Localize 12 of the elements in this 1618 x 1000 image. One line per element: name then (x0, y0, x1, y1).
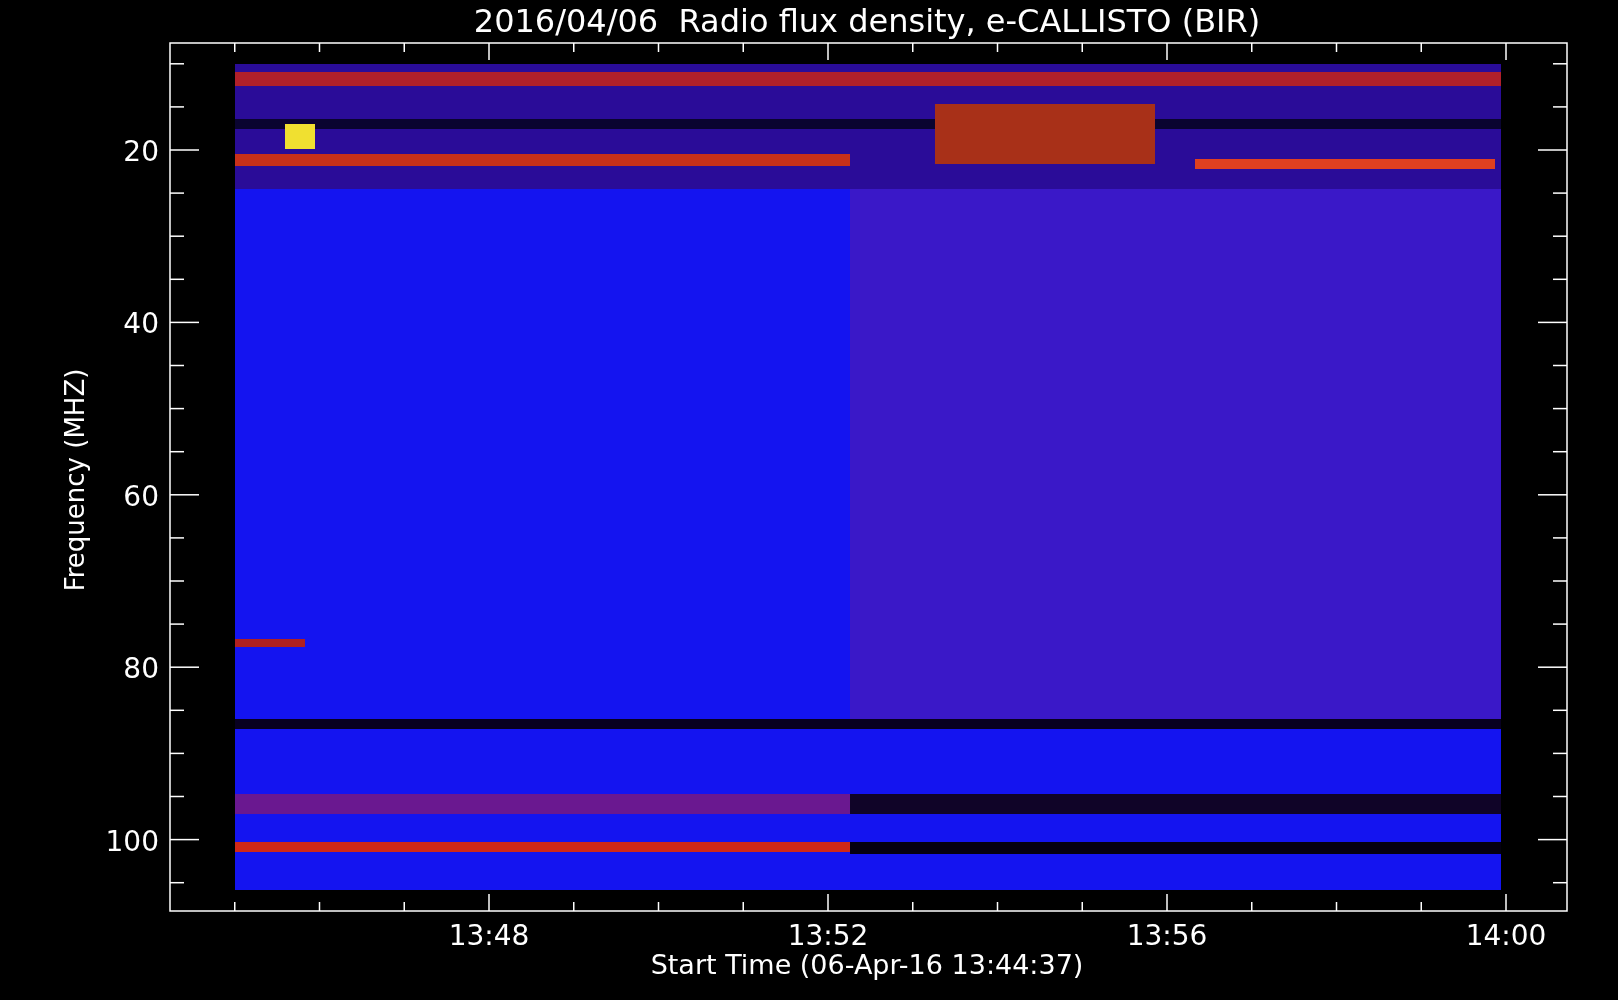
x-tick-label: 13:52 (787, 919, 869, 952)
x-axis-label: Start Time (06-Apr-16 13:44:37) (650, 949, 1084, 980)
y-tick-label: 80 (123, 652, 159, 686)
x-tick-label: 13:56 (1126, 919, 1208, 952)
y-tick-label: 100 (105, 824, 159, 858)
y-tick-label: 60 (123, 479, 159, 513)
chart-title: 2016/04/06 Radio flux density, e-CALLISTO (BIR) (473, 2, 1261, 40)
y-tick-label: 40 (123, 307, 159, 341)
x-tick-label: 13:48 (448, 919, 530, 952)
y-tick-label: 20 (123, 135, 159, 168)
y-axis-label: Frequency (MHZ) (60, 368, 90, 592)
x-tick-label: 14:00 (1465, 919, 1547, 952)
